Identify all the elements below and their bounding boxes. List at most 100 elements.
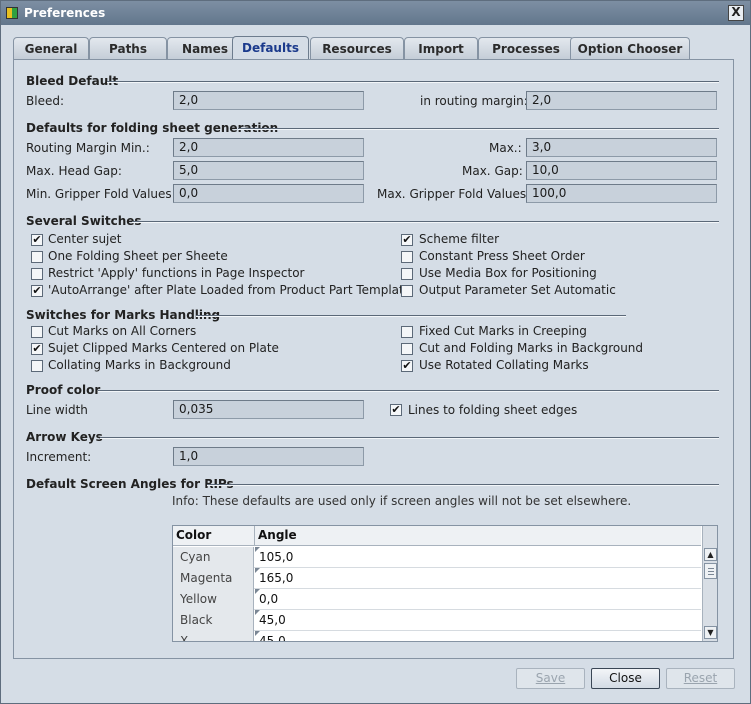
angle-cell[interactable]: 0,0 — [255, 589, 278, 610]
restrict-apply-checkbox[interactable] — [31, 268, 43, 280]
sujet-clipped-label: Sujet Clipped Marks Centered on Plate — [48, 341, 279, 355]
tab-defaults[interactable]: Defaults — [232, 36, 309, 61]
bleed-section-title: Bleed Default — [26, 74, 119, 88]
angle-cell[interactable]: 165,0 — [255, 568, 293, 589]
section-divider — [132, 221, 719, 223]
screen-angles-info: Info: These defaults are used only if sc… — [172, 494, 632, 508]
arrow-keys-section-title: Arrow Keys — [26, 430, 103, 444]
table-row[interactable]: X 45,0 — [173, 631, 701, 641]
max-head-gap-field[interactable]: 5,0 — [173, 161, 364, 180]
cut-folding-marks-label: Cut and Folding Marks in Background — [419, 341, 644, 355]
bleed-field[interactable]: 2,0 — [173, 91, 364, 110]
title-bar[interactable]: Preferences X — [1, 1, 750, 25]
routing-margin-label: in routing margin: — [420, 94, 528, 108]
max-gap-field[interactable]: 10,0 — [526, 161, 717, 180]
min-gripper-field[interactable]: 0,0 — [173, 184, 364, 203]
restrict-apply-label: Restrict 'Apply' functions in Page Inspe… — [48, 266, 305, 280]
table-row[interactable]: Black 45,0 — [173, 610, 701, 631]
tab-resources[interactable]: Resources — [310, 37, 404, 60]
angle-cell[interactable]: 105,0 — [255, 547, 293, 568]
constant-press-sheet-label: Constant Press Sheet Order — [419, 249, 585, 263]
output-parameter-checkbox[interactable] — [401, 285, 413, 297]
min-gripper-label: Min. Gripper Fold Values: — [26, 187, 176, 201]
max-gripper-field[interactable]: 100,0 — [526, 184, 717, 203]
tab-import[interactable]: Import — [404, 37, 478, 60]
increment-field[interactable]: 1,0 — [173, 447, 364, 466]
window-title: Preferences — [24, 6, 106, 20]
reset-button[interactable]: Reset — [666, 668, 735, 689]
max-gripper-label: Max. Gripper Fold Values: — [377, 187, 531, 201]
increment-label: Increment: — [26, 450, 92, 464]
proof-section-title: Proof color — [26, 383, 101, 397]
grip-line — [708, 574, 714, 575]
max-field[interactable]: 3,0 — [526, 138, 717, 157]
sujet-clipped-checkbox[interactable]: ✔ — [31, 343, 43, 355]
auto-arrange-checkbox[interactable]: ✔ — [31, 285, 43, 297]
cut-marks-corners-checkbox[interactable] — [31, 326, 43, 338]
screen-angles-table: Color Angle Cyan 105,0 Magenta 165,0 Yel… — [172, 525, 718, 642]
angle-cell[interactable]: 45,0 — [255, 610, 286, 631]
one-folding-sheet-checkbox[interactable] — [31, 251, 43, 263]
scroll-up-icon[interactable]: ▲ — [704, 548, 717, 561]
column-header-angle[interactable]: Angle — [254, 526, 701, 546]
app-icon — [6, 7, 18, 19]
auto-arrange-label: 'AutoArrange' after Plate Loaded from Pr… — [48, 283, 412, 297]
tab-general[interactable]: General — [13, 37, 89, 60]
section-divider — [196, 315, 626, 317]
collating-marks-bg-checkbox[interactable] — [31, 360, 43, 372]
grip-line — [708, 571, 714, 572]
output-parameter-label: Output Parameter Set Automatic — [419, 283, 616, 297]
cut-folding-marks-checkbox[interactable] — [401, 343, 413, 355]
media-box-checkbox[interactable] — [401, 268, 413, 280]
tab-paths[interactable]: Paths — [89, 37, 167, 60]
bleed-label: Bleed: — [26, 94, 64, 108]
routing-min-label: Routing Margin Min.: — [26, 141, 150, 155]
table-header: Color Angle — [173, 526, 701, 546]
close-window-button[interactable]: X — [728, 5, 744, 21]
tab-option-chooser[interactable]: Option Chooser — [570, 37, 690, 60]
center-sujet-label: Center sujet — [48, 232, 122, 246]
collating-marks-bg-label: Collating Marks in Background — [48, 358, 231, 372]
section-divider — [100, 437, 719, 439]
color-cell: Magenta — [173, 568, 254, 589]
cut-marks-corners-label: Cut Marks on All Corners — [48, 324, 197, 338]
line-width-label: Line width — [26, 403, 88, 417]
max-gap-label: Max. Gap: — [462, 164, 523, 178]
color-cell: Cyan — [173, 547, 254, 568]
center-sujet-checkbox[interactable]: ✔ — [31, 234, 43, 246]
angle-cell[interactable]: 45,0 — [255, 631, 286, 641]
max-label: Max.: — [489, 141, 522, 155]
fixed-cut-marks-label: Fixed Cut Marks in Creeping — [419, 324, 587, 338]
routing-min-field[interactable]: 2,0 — [173, 138, 364, 157]
table-row[interactable]: Magenta 165,0 — [173, 568, 701, 589]
preferences-window: Preferences X General Paths Names Defaul… — [0, 0, 751, 704]
marks-section-title: Switches for Marks Handling — [26, 308, 221, 322]
scheme-filter-label: Scheme filter — [419, 232, 500, 246]
constant-press-sheet-checkbox[interactable] — [401, 251, 413, 263]
scroll-thumb[interactable] — [704, 563, 717, 579]
table-scrollbar[interactable]: ▲ ▼ — [702, 526, 717, 641]
scroll-down-icon[interactable]: ▼ — [704, 626, 717, 639]
save-button[interactable]: Save — [516, 668, 585, 689]
screen-angles-section-title: Default Screen Angles for RIPs — [26, 477, 234, 491]
column-header-color[interactable]: Color — [173, 526, 254, 546]
tab-processes[interactable]: Processes — [478, 37, 574, 60]
grip-line — [708, 568, 714, 569]
rotated-collating-label: Use Rotated Collating Marks — [419, 358, 589, 372]
media-box-label: Use Media Box for Positioning — [419, 266, 597, 280]
routing-margin-field[interactable]: 2,0 — [526, 91, 717, 110]
max-head-gap-label: Max. Head Gap: — [26, 164, 122, 178]
table-row[interactable]: Cyan 105,0 — [173, 547, 701, 568]
table-row[interactable]: Yellow 0,0 — [173, 589, 701, 610]
rotated-collating-checkbox[interactable]: ✔ — [401, 360, 413, 372]
scheme-filter-checkbox[interactable]: ✔ — [401, 234, 413, 246]
fixed-cut-marks-checkbox[interactable] — [401, 326, 413, 338]
switches-section-title: Several Switches — [26, 214, 142, 228]
section-divider — [107, 81, 719, 83]
line-width-field[interactable]: 0,035 — [173, 400, 364, 419]
lines-folding-edges-checkbox[interactable]: ✔ — [390, 404, 402, 416]
color-cell: X — [173, 631, 254, 641]
section-divider — [207, 484, 719, 486]
one-folding-sheet-label: One Folding Sheet per Sheete — [48, 249, 228, 263]
close-button[interactable]: Close — [591, 668, 660, 689]
